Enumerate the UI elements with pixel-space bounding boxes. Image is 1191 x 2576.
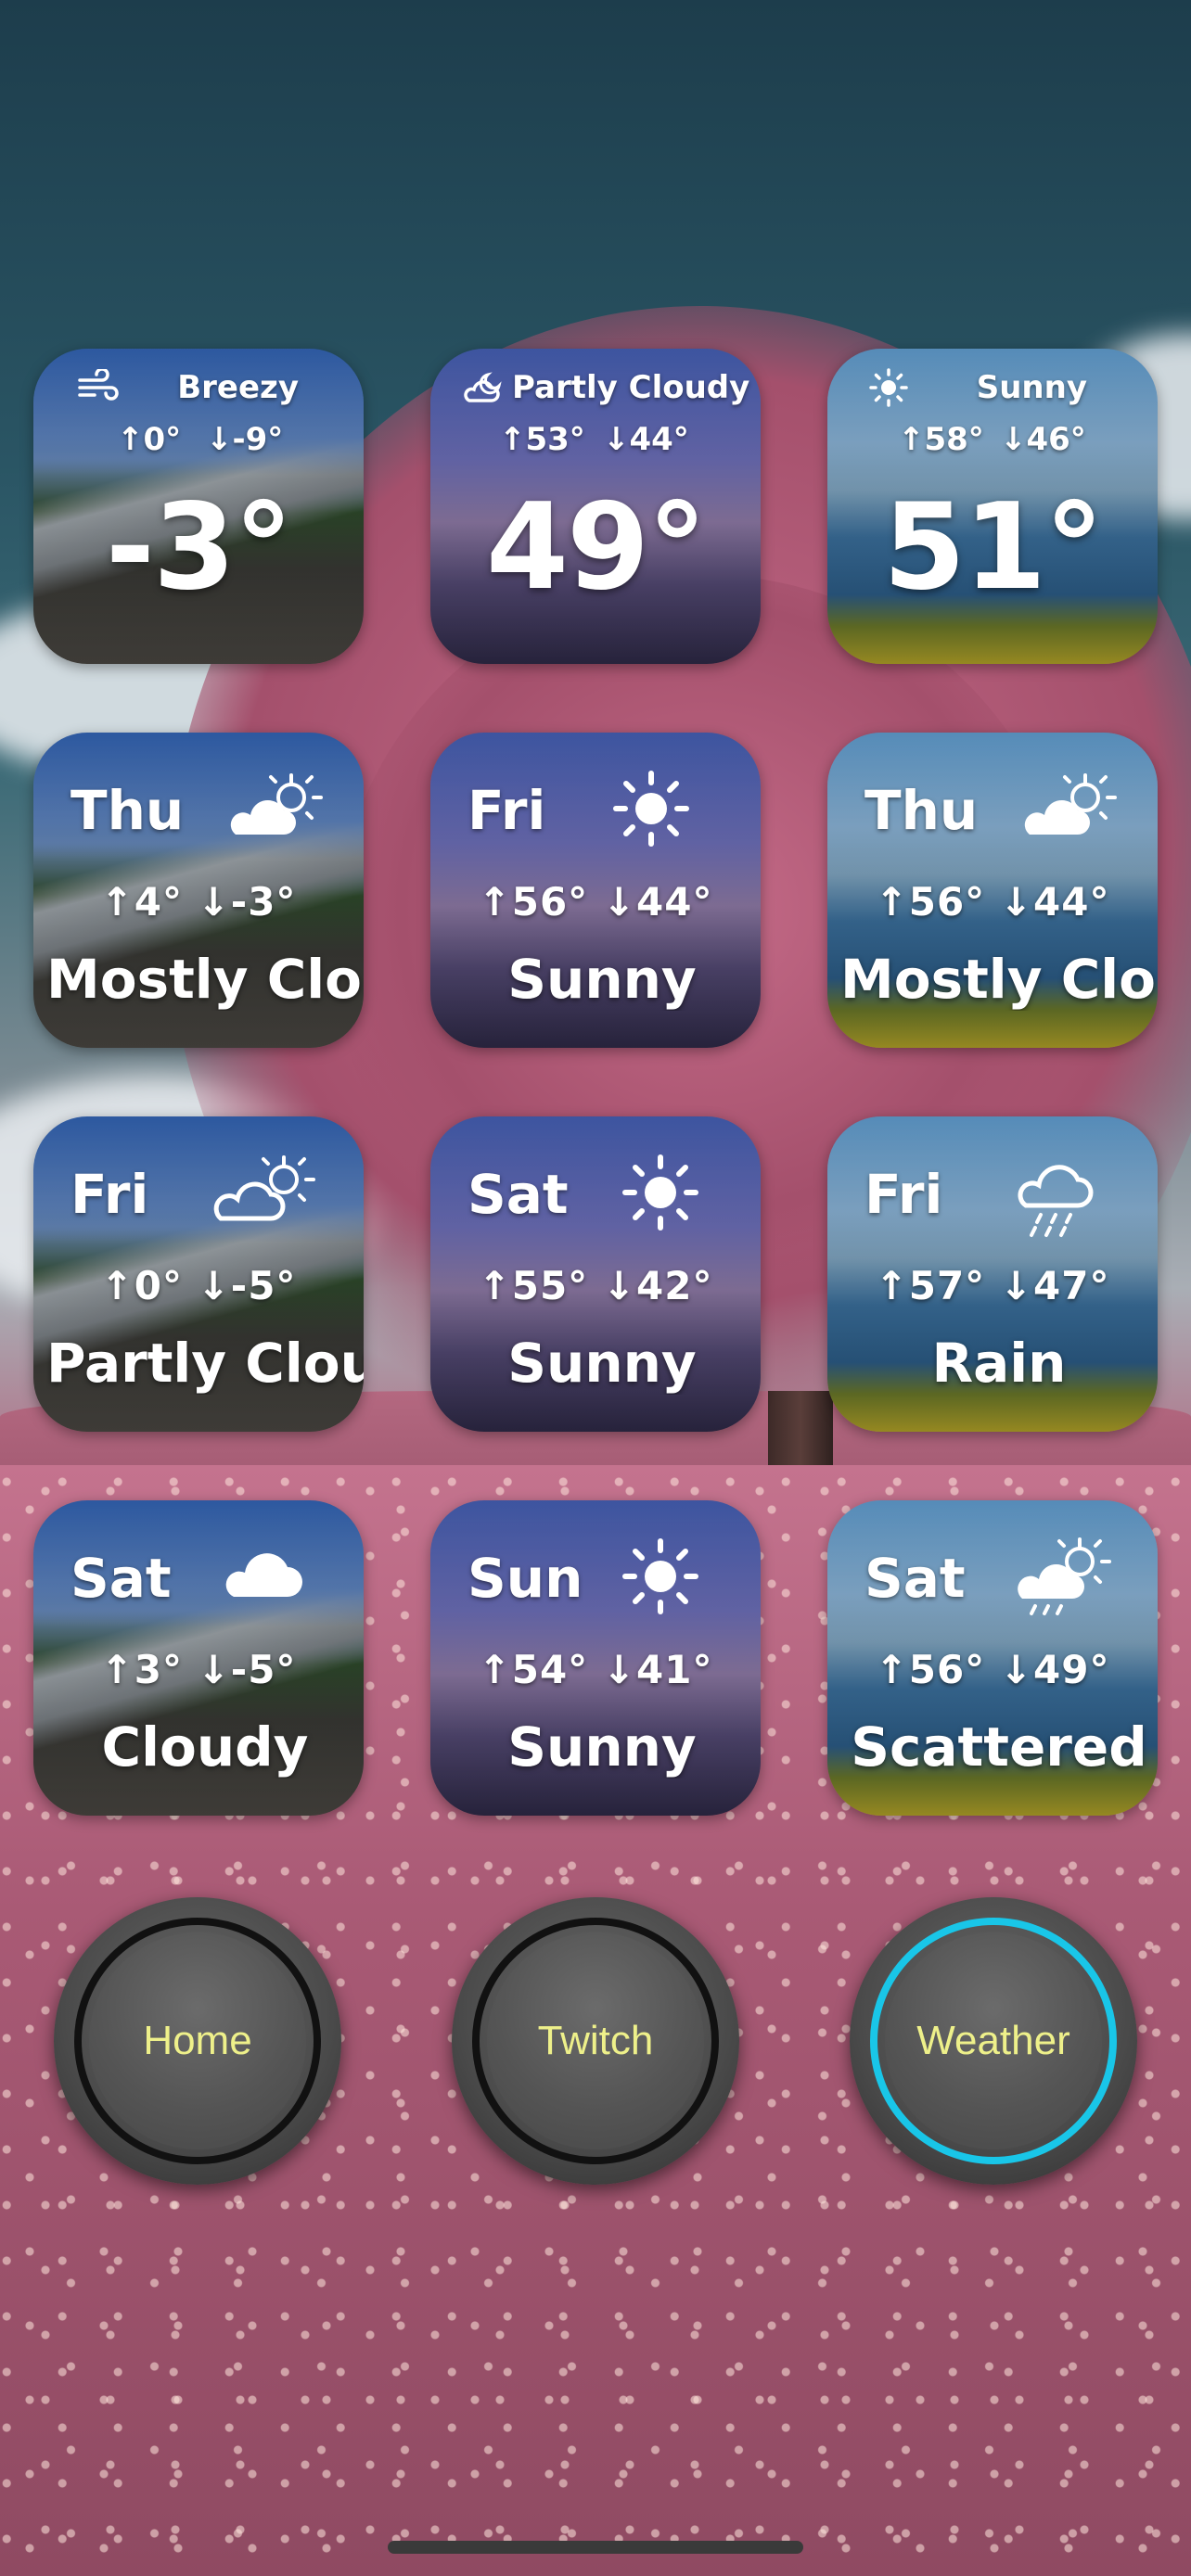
forecast-day: Sat: [467, 1163, 569, 1226]
sun-rain-icon: [1018, 1537, 1111, 1615]
forecast-hilo: ↑56° ↓44°: [875, 879, 1110, 925]
high-temp: ↑58°: [898, 421, 984, 458]
current-temp: 51°: [882, 478, 1104, 617]
cloud-icon: [225, 1553, 302, 1597]
current-weather-widget-2[interactable]: Partly Cloudy ↑53° ↓44° 49°: [430, 349, 761, 664]
condition-label: Breezy: [177, 369, 299, 406]
forecast-day: Fri: [70, 1163, 149, 1226]
rain-icon: [1018, 1165, 1094, 1237]
forecast-tile[interactable]: Fri ↑0° ↓-5° Partly Clou: [33, 1116, 364, 1432]
forecast-tile[interactable]: Sat ↑56° ↓49° Scattered: [827, 1500, 1158, 1816]
forecast-description: Rain: [931, 1332, 1067, 1395]
forecast-tile[interactable]: Thu ↑4° ↓-3° Mostly Clo: [33, 733, 364, 1048]
condition-label: Sunny: [976, 369, 1087, 406]
forecast-description: Partly Clou: [46, 1332, 364, 1395]
forecast-description: Sunny: [507, 948, 697, 1011]
sun-icon: [613, 771, 689, 847]
sun-icon: [622, 1538, 698, 1614]
condition-label: Partly Cloudy: [512, 369, 750, 406]
current-temp: 49°: [485, 478, 707, 617]
high-temp: ↑53°: [499, 421, 585, 458]
low-temp: ↓-9°: [206, 421, 284, 458]
forecast-hilo: ↑54° ↓41°: [478, 1647, 713, 1692]
forecast-tile[interactable]: Sat ↑55° ↓42° Sunny: [430, 1116, 761, 1432]
forecast-day: Sat: [70, 1547, 172, 1610]
forecast-tile[interactable]: Fri ↑57° ↓47° Rain: [827, 1116, 1158, 1432]
home-button[interactable]: Home: [54, 1897, 341, 2185]
cloud-moon-icon: [464, 372, 502, 402]
high-temp: ↑0°: [117, 421, 182, 458]
twitch-button-label: Twitch: [537, 2018, 654, 2063]
current-temp: -3°: [105, 478, 293, 617]
current-weather-widget-1[interactable]: Breezy ↑0° ↓-9° -3°: [33, 349, 364, 664]
forecast-tile[interactable]: Sat ↑3° ↓-5° Cloudy: [33, 1500, 364, 1816]
weather-button[interactable]: Weather: [850, 1897, 1137, 2185]
sun-icon: [622, 1154, 698, 1231]
current-weather-widget-3[interactable]: Sunny ↑58° ↓46° 51°: [827, 349, 1158, 664]
forecast-description: Mostly Clo: [46, 948, 362, 1011]
forecast-hilo: ↑57° ↓47°: [875, 1263, 1110, 1308]
low-temp: ↓46°: [1000, 421, 1086, 458]
forecast-description: Mostly Clo: [840, 948, 1156, 1011]
partly-sunny-outline-icon: [213, 1155, 315, 1221]
low-temp: ↓44°: [603, 421, 689, 458]
forecast-description: Scattered: [851, 1715, 1147, 1779]
forecast-day: Sat: [864, 1547, 966, 1610]
home-indicator[interactable]: [388, 2541, 803, 2554]
forecast-hilo: ↑3° ↓-5°: [100, 1647, 297, 1692]
sun-icon: [869, 368, 908, 407]
forecast-hilo: ↑4° ↓-3°: [100, 879, 297, 925]
forecast-hilo: ↑56° ↓44°: [478, 879, 713, 925]
partly-sunny-icon: [1024, 773, 1117, 835]
weather-button-label: Weather: [916, 2018, 1070, 2063]
forecast-day: Thu: [864, 779, 979, 842]
forecast-description: Sunny: [507, 1332, 697, 1395]
forecast-hilo: ↑56° ↓49°: [875, 1647, 1110, 1692]
forecast-description: Cloudy: [101, 1715, 309, 1779]
partly-sunny-icon: [230, 773, 323, 835]
forecast-tile[interactable]: Fri ↑56° ↓44° Sunny: [430, 733, 761, 1048]
forecast-hilo: ↑0° ↓-5°: [100, 1263, 297, 1308]
forecast-description: Sunny: [507, 1715, 697, 1779]
forecast-hilo: ↑55° ↓42°: [478, 1263, 713, 1308]
wind-icon: [78, 369, 119, 401]
twitch-button[interactable]: Twitch: [452, 1897, 739, 2185]
forecast-tile[interactable]: Sun ↑54° ↓41° Sunny: [430, 1500, 761, 1816]
forecast-day: Thu: [70, 779, 185, 842]
forecast-tile[interactable]: Thu ↑56° ↓44° Mostly Clo: [827, 733, 1158, 1048]
forecast-day: Sun: [467, 1547, 583, 1610]
forecast-day: Fri: [467, 779, 546, 842]
home-button-label: Home: [143, 2018, 252, 2063]
forecast-day: Fri: [864, 1163, 943, 1226]
